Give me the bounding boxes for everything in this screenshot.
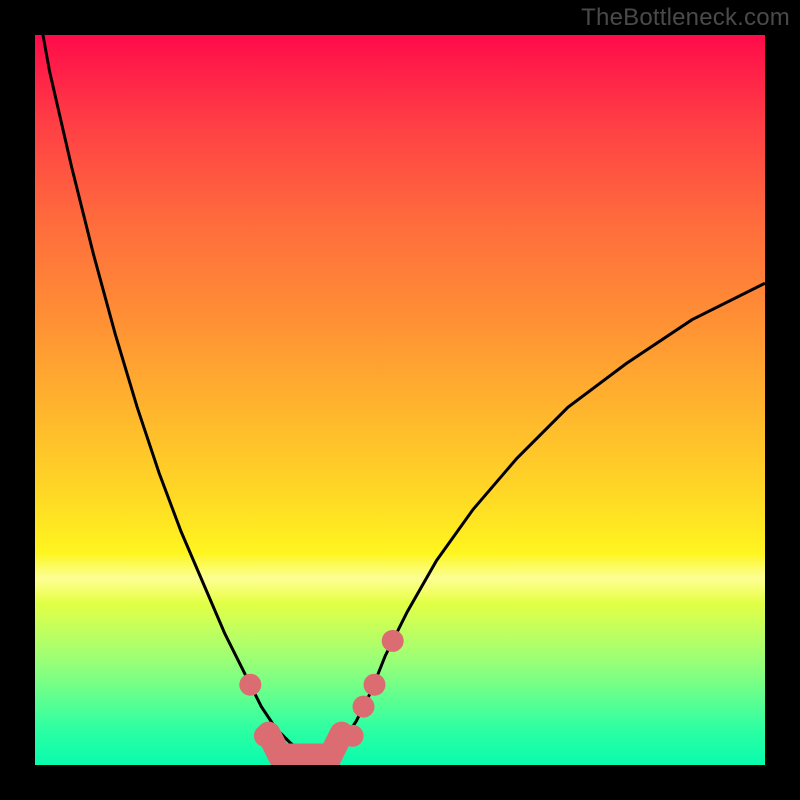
curve-layer [35,35,765,765]
curve-markers [239,630,403,747]
chart-frame: TheBottleneck.com [0,0,800,800]
data-point-marker [342,725,364,747]
watermark-text: TheBottleneck.com [581,4,790,32]
bottleneck-curve [35,35,765,758]
plot-area [35,35,765,765]
optimal-zone-segment [269,734,342,756]
data-point-marker [364,674,386,696]
data-point-marker [382,630,404,652]
data-point-marker [239,674,261,696]
data-point-marker [254,725,276,747]
data-point-marker [353,696,375,718]
